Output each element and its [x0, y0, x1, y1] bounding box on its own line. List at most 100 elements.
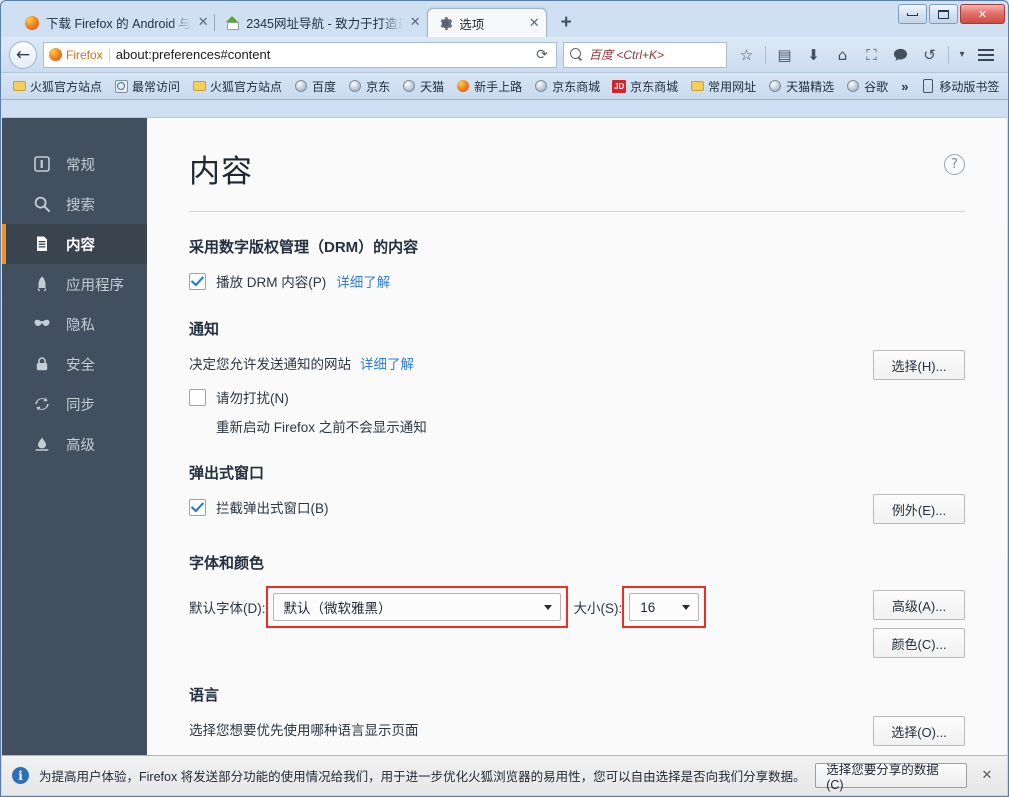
- bookmark-item-mobile[interactable]: 移动版书签: [916, 76, 1004, 97]
- notifications-choose-button[interactable]: 选择(H)...: [873, 350, 965, 380]
- identity-badge[interactable]: Firefox: [49, 48, 110, 62]
- section-title: 采用数字版权管理（DRM）的内容: [189, 236, 965, 257]
- folder-icon: [192, 79, 206, 93]
- default-font-select[interactable]: 默认（微软雅黑）: [273, 593, 561, 621]
- bookmark-item[interactable]: 新手上路: [451, 76, 527, 97]
- search-bar[interactable]: 百度 <Ctrl+K>: [563, 42, 727, 68]
- sidebar-item-sync[interactable]: 同步: [2, 384, 147, 424]
- globe-icon: [402, 79, 416, 93]
- language-desc-row: 选择您想要优先使用哪种语言显示页面: [189, 716, 853, 742]
- tab-close-icon[interactable]: ✕: [407, 15, 423, 31]
- language-choose-button[interactable]: 选择(O)...: [873, 716, 965, 746]
- browser-tab[interactable]: 下载 Firefox 的 Android 与 ✕: [15, 8, 215, 37]
- font-size-label: 大小(S):: [574, 597, 623, 617]
- url-bar[interactable]: Firefox about:preferences#content ⟳: [43, 42, 557, 68]
- downloads-icon[interactable]: ⬇: [800, 41, 827, 68]
- bookmark-item[interactable]: 京东: [343, 76, 395, 97]
- bookmark-star-icon[interactable]: ☆: [733, 41, 760, 68]
- bookmark-item[interactable]: JD京东商城: [607, 76, 683, 97]
- sidebar-item-general[interactable]: 常规: [2, 144, 147, 184]
- minimize-button[interactable]: [898, 4, 927, 24]
- library-icon[interactable]: ▤: [771, 41, 798, 68]
- window-controls: ✕: [898, 4, 1005, 24]
- most-visited-icon: [114, 79, 128, 93]
- font-size-value: 16: [640, 600, 655, 615]
- bookmark-item[interactable]: 天猫: [397, 76, 449, 97]
- default-font-label: 默认字体(D):: [189, 597, 266, 617]
- phone-icon: [921, 79, 935, 93]
- default-font-value: 默认（微软雅黑）: [284, 597, 392, 617]
- maximize-button[interactable]: [929, 4, 958, 24]
- section-popups: 弹出式窗口 拦截弹出式窗口(B) 例外(E)...: [189, 462, 965, 524]
- toolbar-separator: [765, 46, 766, 64]
- fonts-advanced-button[interactable]: 高级(A)...: [873, 590, 965, 620]
- toolbar-icons: ☆ ▤ ⬇ ⌂ ⛶ ↺ ▾: [733, 41, 1000, 68]
- bookmark-item[interactable]: 百度: [289, 76, 341, 97]
- security-lock-icon: [32, 354, 52, 374]
- block-popups-row: 拦截弹出式窗口(B): [189, 494, 853, 520]
- bookmark-label: 百度: [312, 78, 336, 95]
- browser-tab-options[interactable]: 选项 ✕: [427, 8, 547, 37]
- tab-label: 2345网址导航 - 致力于打造最: [246, 13, 403, 32]
- search-input[interactable]: 百度 <Ctrl+K>: [589, 46, 664, 63]
- drm-play-row: 播放 DRM 内容(P) 详细了解: [189, 268, 965, 294]
- help-icon[interactable]: ?: [944, 154, 965, 175]
- new-tab-button[interactable]: +: [551, 9, 581, 37]
- fonts-colors-button[interactable]: 颜色(C)...: [873, 628, 965, 658]
- sidebar-item-privacy[interactable]: 隐私: [2, 304, 147, 344]
- drm-learn-more-link[interactable]: 详细了解: [336, 271, 390, 291]
- bookmark-item[interactable]: 天猫精选: [763, 76, 839, 97]
- bookmarks-overflow-icon[interactable]: »: [895, 77, 914, 96]
- bookmark-item[interactable]: 火狐官方站点: [187, 76, 287, 97]
- bookmark-label: 谷歌: [864, 78, 888, 95]
- bookmark-label: 天猫精选: [786, 78, 834, 95]
- chevron-down-icon: [682, 605, 690, 610]
- search-icon: [570, 48, 583, 61]
- choose-shared-data-button[interactable]: 选择您要分享的数据(C): [815, 763, 967, 788]
- bookmark-item[interactable]: 最常访问: [109, 76, 185, 97]
- sidebar-label: 同步: [66, 394, 95, 415]
- back-button[interactable]: ←: [9, 41, 37, 69]
- do-not-disturb-checkbox[interactable]: [189, 389, 206, 406]
- firefox-icon: [24, 15, 40, 31]
- advanced-icon: [32, 434, 52, 454]
- firefox-window: 下载 Firefox 的 Android 与 ✕ 2345网址导航 - 致力于打…: [0, 0, 1009, 797]
- bookmarks-toolbar: 火狐官方站点 最常访问 火狐官方站点 百度 京东 天猫 新手上路 京东商城 JD…: [1, 73, 1008, 100]
- section-notifications: 通知 决定您允许发送通知的网站 详细了解 请勿打扰(N) 重新启动 Firefo…: [189, 318, 965, 436]
- screenshot-icon[interactable]: ⛶: [858, 41, 885, 68]
- bookmark-item[interactable]: 常用网址: [685, 76, 761, 97]
- section-title: 语言: [189, 684, 965, 705]
- tab-close-icon[interactable]: ✕: [195, 15, 211, 31]
- tab-label: 下载 Firefox 的 Android 与: [46, 13, 191, 32]
- sidebar-item-search[interactable]: 搜索: [2, 184, 147, 224]
- reload-icon[interactable]: ⟳: [530, 43, 554, 67]
- bookmark-item[interactable]: 谷歌: [841, 76, 893, 97]
- chat-icon[interactable]: [887, 41, 914, 68]
- popups-exceptions-button[interactable]: 例外(E)...: [873, 494, 965, 524]
- bookmark-item[interactable]: 火狐官方站点: [7, 76, 107, 97]
- hamburger-menu-icon[interactable]: [972, 41, 1000, 68]
- restore-session-icon[interactable]: ↺: [916, 41, 943, 68]
- notifications-desc-row: 决定您允许发送通知的网站 详细了解: [189, 350, 853, 376]
- sidebar-item-applications[interactable]: 应用程序: [2, 264, 147, 304]
- close-window-button[interactable]: ✕: [960, 4, 1005, 24]
- general-icon: [32, 154, 52, 174]
- font-size-highlight: 16: [622, 586, 706, 628]
- tab-close-icon[interactable]: ✕: [526, 15, 542, 31]
- sidebar-item-content[interactable]: 内容: [2, 224, 147, 264]
- sidebar-item-security[interactable]: 安全: [2, 344, 147, 384]
- do-not-disturb-note: 重新启动 Firefox 之前不会显示通知: [216, 416, 853, 436]
- sidebar-item-advanced[interactable]: 高级: [2, 424, 147, 464]
- notifications-learn-more-link[interactable]: 详细了解: [360, 353, 414, 373]
- home-icon[interactable]: ⌂: [829, 41, 856, 68]
- block-popups-checkbox[interactable]: [189, 499, 206, 516]
- bookmark-item[interactable]: 京东商城: [529, 76, 605, 97]
- url-input[interactable]: about:preferences#content: [116, 47, 530, 62]
- overflow-chevron-icon[interactable]: ▾: [954, 41, 970, 68]
- section-fonts-colors: 字体和颜色 默认字体(D): 默认（微软雅黑） 大小(S):: [189, 552, 965, 658]
- block-popups-label: 拦截弹出式窗口(B): [216, 497, 329, 517]
- font-size-select[interactable]: 16: [629, 593, 699, 621]
- close-icon[interactable]: ✕: [977, 766, 997, 786]
- browser-tab[interactable]: 2345网址导航 - 致力于打造最 ✕: [215, 8, 427, 37]
- drm-play-checkbox[interactable]: [189, 273, 206, 290]
